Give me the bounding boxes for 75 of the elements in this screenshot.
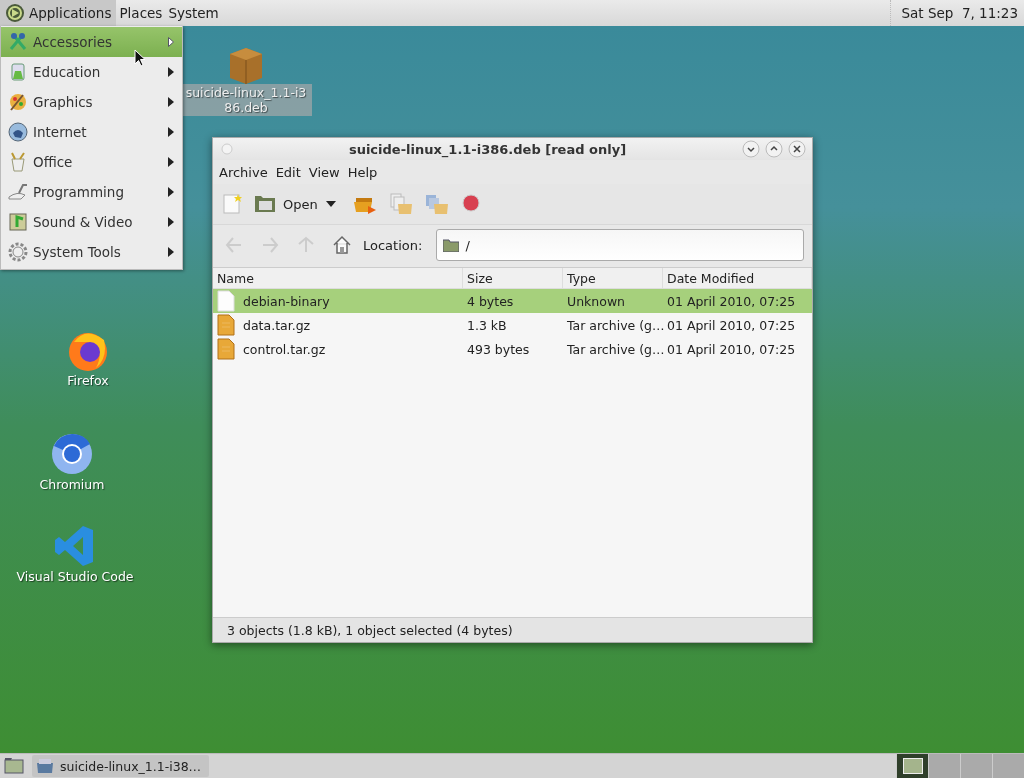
archive-manager-icon <box>36 758 54 774</box>
location-label: Location: <box>363 237 423 253</box>
submenu-arrow-icon <box>168 97 174 107</box>
submenu-arrow-icon <box>168 187 174 197</box>
table-cell: control.tar.gz <box>243 341 326 357</box>
menu-bar-item[interactable]: Edit <box>273 163 307 182</box>
desktop-icon-label[interactable]: Chromium <box>37 476 107 493</box>
status-bar: 3 objects (1.8 kB), 1 object selected (4 bytes) <box>213 617 812 642</box>
table-cell: data.tar.gz <box>243 317 311 333</box>
submenu-arrow-icon <box>168 37 174 47</box>
file-row[interactable]: debian-binary 4 bytes Unknown 01 April 2010, 07:25 <box>213 289 812 313</box>
table-cell: 493 bytes <box>467 341 530 357</box>
add-folder-icon[interactable] <box>423 192 450 216</box>
table-cell: Tar archive (g… <box>567 317 665 333</box>
menu-item[interactable]: Internet <box>1 117 182 147</box>
submenu-arrow-icon <box>168 247 174 257</box>
table-cell: 01 April 2010, 07:25 <box>667 317 796 333</box>
desktop-icon-label[interactable]: Visual Studio Code <box>14 568 136 585</box>
close-icon[interactable] <box>788 140 806 158</box>
archive-icon <box>217 314 235 336</box>
show-desktop-icon[interactable] <box>4 757 24 775</box>
menu-bar-item[interactable]: Help <box>345 163 384 182</box>
table-cell: 4 bytes <box>467 293 514 309</box>
table-cell: 1.3 kB <box>467 317 507 333</box>
desktop-icon-label[interactable]: Firefox <box>65 372 111 389</box>
new-archive-icon[interactable] <box>221 192 243 216</box>
workspace-button[interactable] <box>896 754 928 778</box>
column-header[interactable]: Size <box>463 268 563 288</box>
location-field[interactable]: / <box>436 229 804 261</box>
table-cell: Tar archive (g… <box>567 341 665 357</box>
table-cell: debian-binary <box>243 293 330 309</box>
panel-menu[interactable]: Applications <box>0 0 117 26</box>
open-button[interactable]: Open <box>253 192 318 216</box>
menu-logo-icon <box>5 3 25 23</box>
table-cell: 01 April 2010, 07:25 <box>667 341 796 357</box>
folder-icon <box>443 238 460 252</box>
panel-menu[interactable]: System <box>165 0 222 26</box>
scissors-icon <box>7 31 29 53</box>
menu-bar-item[interactable]: View <box>306 163 346 182</box>
window-menu-icon[interactable] <box>221 143 233 155</box>
menu-item[interactable]: System Tools <box>1 237 182 267</box>
minimize-icon[interactable] <box>742 140 760 158</box>
trowel-icon <box>7 181 29 203</box>
chromium-icon[interactable] <box>50 432 94 476</box>
column-header[interactable]: Date Modified <box>663 268 812 288</box>
menu-item[interactable]: Graphics <box>1 87 182 117</box>
dropdown-caret-icon[interactable] <box>325 201 336 207</box>
table-cell: 01 April 2010, 07:25 <box>667 293 796 309</box>
add-files-icon[interactable] <box>387 192 414 216</box>
archive-icon <box>217 338 235 360</box>
globe-icon <box>7 121 29 143</box>
menu-item[interactable]: Office <box>1 147 182 177</box>
submenu-arrow-icon <box>168 67 174 77</box>
maximize-icon[interactable] <box>765 140 783 158</box>
panel-menu[interactable]: Places <box>116 0 166 26</box>
window-title: suicide-linux_1.1-i386.deb [read only] <box>347 141 628 157</box>
home-icon[interactable] <box>331 234 353 256</box>
menu-item[interactable]: Accessories <box>1 27 182 57</box>
film-note-icon <box>7 211 29 233</box>
submenu-arrow-icon <box>168 157 174 167</box>
column-header[interactable]: Type <box>563 268 663 288</box>
menu-item[interactable]: Sound & Video <box>1 207 182 237</box>
menu-bar-item[interactable]: Archive <box>217 163 274 182</box>
menu-item[interactable]: Programming <box>1 177 182 207</box>
mouse-pointer-icon <box>134 49 146 67</box>
menu-item[interactable]: Education <box>1 57 182 87</box>
taskbar-button[interactable]: suicide-linux_1.1-i38… <box>32 755 210 777</box>
submenu-arrow-icon <box>168 127 174 137</box>
submenu-arrow-icon <box>168 217 174 227</box>
file-row[interactable]: data.tar.gz 1.3 kB Tar archive (g… 01 April 2010, 07:25 <box>213 313 812 337</box>
gear-icon <box>7 241 29 263</box>
palette-icon <box>7 91 29 113</box>
column-header[interactable]: Name <box>213 268 463 288</box>
table-cell: Unknown <box>567 293 626 309</box>
file-row[interactable]: control.tar.gz 493 bytes Tar archive (g… 01 April 2010, 07:25 <box>213 337 812 361</box>
